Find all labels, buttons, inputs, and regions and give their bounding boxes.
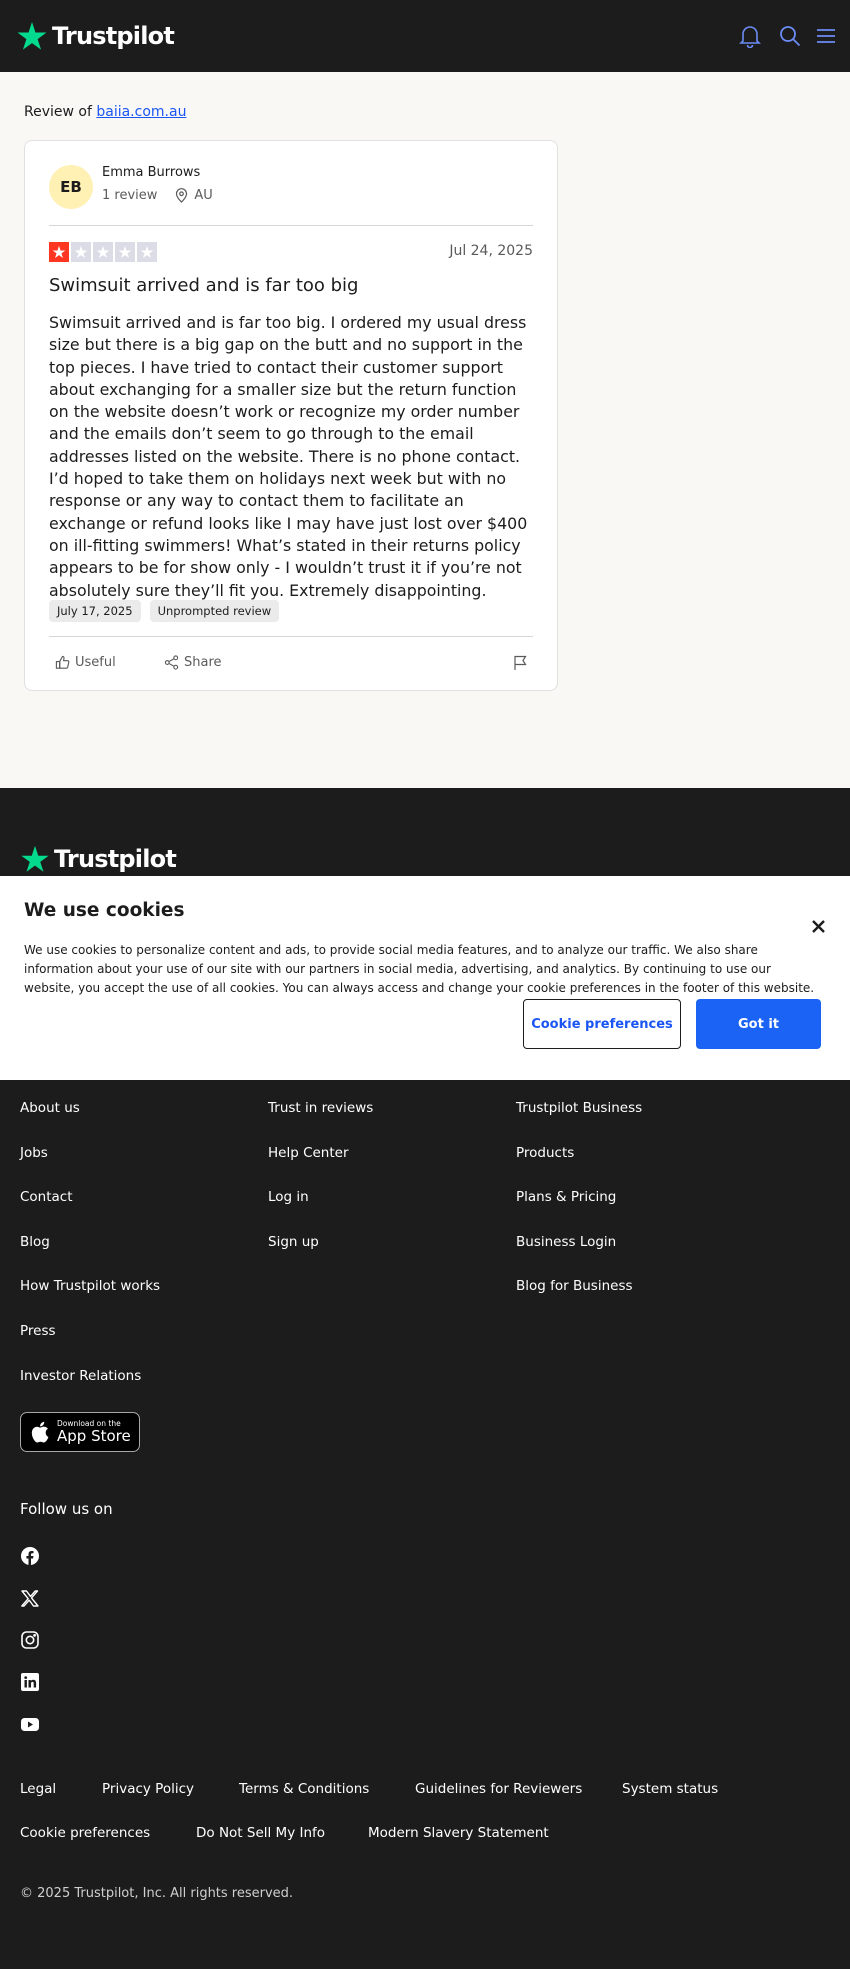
star-logo-icon (21, 845, 49, 872)
cookie-title: We use cookies (24, 900, 185, 921)
star-rating (49, 242, 157, 262)
useful-button[interactable]: Useful (55, 655, 116, 670)
star-logo-icon (17, 22, 47, 50)
review-of-line: Review of baiia.com.au (24, 104, 186, 120)
reviewer-name[interactable]: Emma Burrows (102, 165, 200, 180)
app-store-big-text: App Store (57, 1427, 131, 1445)
footer-link[interactable]: Blog for Business (516, 1278, 633, 1294)
empty-star-icon (137, 242, 157, 262)
footer-brand-name: Trustpilot (54, 845, 177, 873)
footer-link[interactable]: Business Login (516, 1234, 616, 1250)
review-title[interactable]: Swimsuit arrived and is far too big (49, 275, 358, 296)
app-store-badge[interactable]: Download on the App Store (20, 1412, 140, 1452)
report-flag-button[interactable] (513, 655, 533, 671)
empty-star-icon (93, 242, 113, 262)
cookie-preferences-button[interactable]: Cookie preferences (523, 999, 681, 1049)
legal-link[interactable]: Guidelines for Reviewers (415, 1781, 582, 1797)
youtube-icon[interactable] (20, 1714, 40, 1734)
footer-link[interactable]: About us (20, 1100, 80, 1116)
empty-star-icon (71, 242, 91, 262)
reviewer-country: AU (194, 188, 213, 203)
cookie-text: We use cookies to personalize content an… (24, 943, 815, 995)
divider (49, 225, 533, 226)
footer-link[interactable]: How Trustpilot works (20, 1278, 160, 1294)
avatar[interactable]: EB (49, 165, 93, 209)
legal-link[interactable]: Legal (20, 1781, 56, 1797)
close-icon[interactable] (808, 916, 828, 936)
filled-star-icon (49, 242, 69, 262)
copyright: © 2025 Trustpilot, Inc. All rights reser… (20, 1886, 294, 1901)
search-icon[interactable] (776, 22, 804, 50)
review-actions: Useful Share (49, 653, 533, 677)
main-content: Review of baiia.com.au EB Emma Burrows 1… (0, 72, 850, 788)
legal-link[interactable]: Privacy Policy (102, 1781, 194, 1797)
share-icon (164, 655, 179, 670)
footer-link[interactable]: Investor Relations (20, 1368, 141, 1384)
divider (49, 636, 533, 637)
experience-date-badge: July 17, 2025 (49, 600, 141, 622)
reviewer-meta: 1 review AU (102, 188, 213, 203)
useful-label: Useful (75, 655, 116, 670)
got-it-button[interactable]: Got it (696, 999, 821, 1049)
linkedin-icon[interactable] (20, 1672, 40, 1692)
legal-link[interactable]: System status (622, 1781, 718, 1797)
legal-link[interactable]: Terms & Conditions (239, 1781, 369, 1797)
legal-link[interactable]: Modern Slavery Statement (368, 1825, 549, 1841)
review-date: Jul 24, 2025 (449, 243, 533, 259)
review-card: EB Emma Burrows 1 review AU Jul 24, 2025… (24, 140, 558, 691)
site-header: Trustpilot (0, 0, 850, 72)
footer-link[interactable]: Log in (268, 1189, 309, 1205)
footer-link[interactable]: Products (516, 1145, 574, 1161)
location-pin-icon (175, 188, 188, 203)
follow-us-label: Follow us on (20, 1500, 113, 1518)
menu-icon[interactable] (812, 22, 840, 50)
footer-link[interactable]: Contact (20, 1189, 73, 1205)
facebook-icon[interactable] (20, 1546, 40, 1566)
footer-link[interactable]: Trust in reviews (268, 1100, 373, 1116)
cookie-banner: We use cookies We use cookies to persona… (0, 876, 850, 1080)
x-icon[interactable] (20, 1588, 40, 1608)
trustpilot-logo[interactable]: Trustpilot (16, 18, 175, 54)
unprompted-review-badge[interactable]: Unprompted review (149, 600, 280, 622)
bell-icon[interactable] (736, 22, 764, 50)
review-count: 1 review (102, 188, 158, 203)
brand-name: Trustpilot (52, 22, 175, 50)
footer-link[interactable]: Trustpilot Business (516, 1100, 642, 1116)
share-label: Share (184, 655, 222, 670)
review-of-label: Review of (24, 104, 92, 120)
share-button[interactable]: Share (164, 655, 222, 670)
footer-link[interactable]: Plans & Pricing (516, 1189, 616, 1205)
footer-link[interactable]: Blog (20, 1234, 50, 1250)
empty-star-icon (115, 242, 135, 262)
legal-link[interactable]: Do Not Sell My Info (196, 1825, 325, 1841)
footer-link[interactable]: Press (20, 1323, 56, 1339)
footer-link[interactable]: Help Center (268, 1145, 349, 1161)
instagram-icon[interactable] (20, 1630, 40, 1650)
company-link[interactable]: baiia.com.au (96, 104, 186, 120)
review-tags: July 17, 2025 Unprompted review (49, 600, 280, 622)
footer-link[interactable]: Jobs (20, 1145, 48, 1161)
footer-logo[interactable]: Trustpilot (20, 844, 177, 874)
apple-icon (31, 1421, 49, 1443)
footer-link[interactable]: Sign up (268, 1234, 319, 1250)
legal-link[interactable]: Cookie preferences (20, 1825, 150, 1841)
thumbs-up-icon (55, 655, 70, 669)
flag-icon (514, 655, 527, 670)
review-body: Swimsuit arrived and is far too big. I o… (49, 313, 528, 600)
